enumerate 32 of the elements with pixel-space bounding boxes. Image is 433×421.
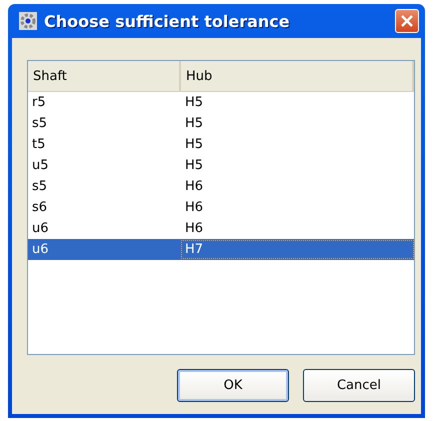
table-row[interactable]: u5 H5: [28, 155, 414, 176]
table-cell-text: H6: [184, 220, 204, 238]
dialog-button[interactable]: OK: [177, 369, 289, 402]
table-cell-text: H5: [184, 136, 204, 154]
table-cell-text: H5: [184, 94, 204, 112]
table-row[interactable]: r5 H5: [28, 92, 414, 113]
table-cell-text: r5: [31, 94, 47, 112]
table-row[interactable]: u6 H7: [28, 239, 414, 260]
table-cell-text: H5: [184, 115, 204, 133]
table-cell-text: u5: [31, 157, 50, 175]
window-title: Choose sufficient tolerance: [44, 12, 291, 30]
table-cell-text: s6: [31, 199, 48, 217]
dialog-button[interactable]: Cancel: [303, 369, 415, 402]
table-row[interactable]: s6 H6: [28, 197, 414, 218]
table-row[interactable]: u6 H6: [28, 218, 414, 239]
table-cell-text: s5: [31, 115, 48, 133]
column-header[interactable]: Hub: [181, 61, 414, 91]
table-cell-text: H6: [184, 199, 204, 217]
close-icon: [400, 14, 414, 28]
table-cell-text: u6: [31, 220, 50, 238]
close-button[interactable]: [395, 9, 419, 33]
table-cell-text: u6: [31, 241, 50, 259]
table-row[interactable]: s5 H5: [28, 113, 414, 134]
table-cell-text: H5: [184, 157, 204, 175]
column-header[interactable]: Shaft: [28, 61, 181, 91]
table-row[interactable]: s5 H6: [28, 176, 414, 197]
table-cell-text: H6: [184, 178, 204, 196]
table-cell: H7: [181, 240, 414, 259]
gear-icon: [18, 11, 38, 31]
table-row[interactable]: t5 H5: [28, 134, 414, 155]
table-cell-text: s5: [31, 178, 48, 196]
table-cell-text: t5: [31, 136, 46, 154]
